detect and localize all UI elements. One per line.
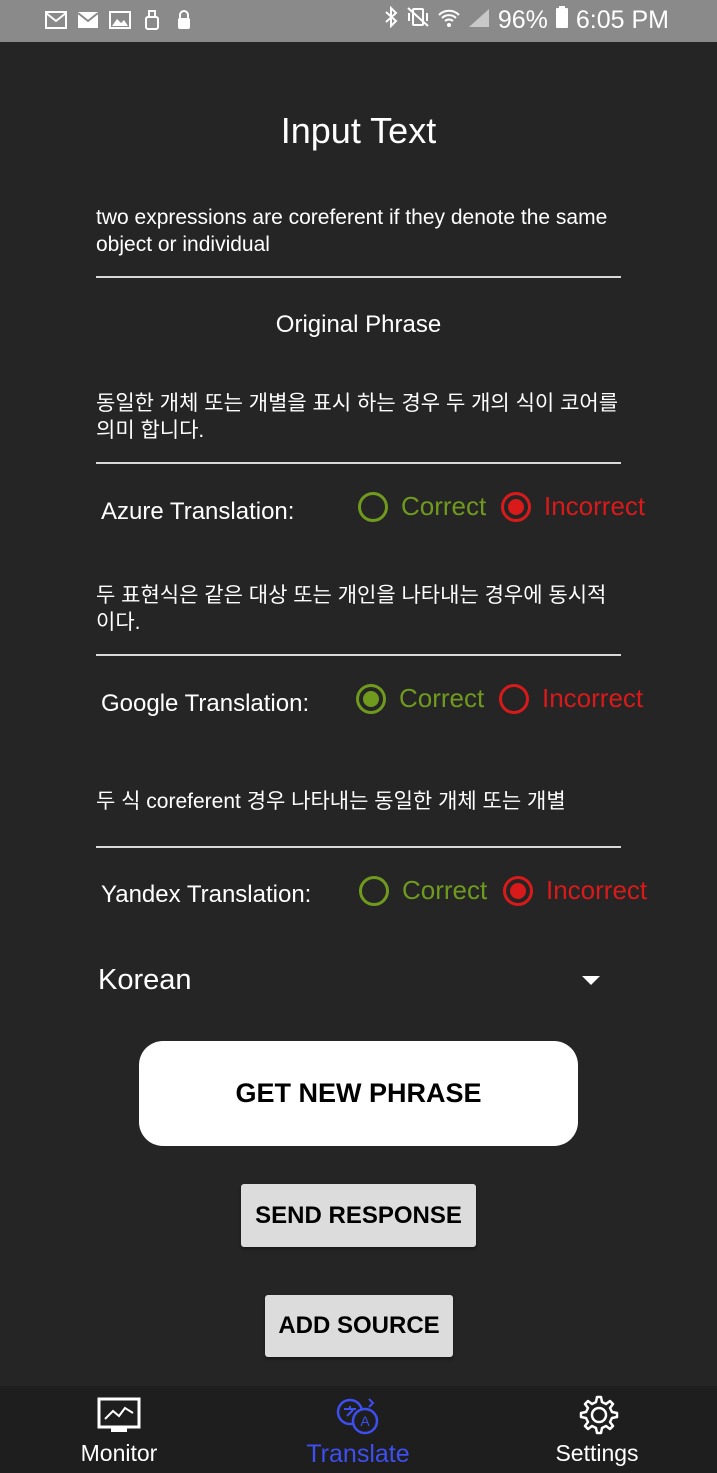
azure-translation-label: Azure Translation: bbox=[101, 498, 295, 525]
gear-icon bbox=[573, 1394, 621, 1438]
nav-item-settings[interactable]: Settings bbox=[507, 1386, 687, 1473]
radio-checked-icon[interactable] bbox=[503, 875, 533, 906]
yandex-incorrect-label: Incorrect bbox=[546, 875, 648, 905]
yandex-incorrect-radio[interactable]: Incorrect bbox=[503, 875, 647, 906]
input-text-field[interactable]: two expressions are coreferent if they d… bbox=[96, 204, 621, 258]
google-incorrect-label: Incorrect bbox=[542, 683, 644, 713]
lock-icon bbox=[172, 9, 196, 31]
google-correct-radio[interactable]: Correct bbox=[356, 683, 484, 714]
send-response-button[interactable]: SEND RESPONSE bbox=[241, 1184, 476, 1247]
original-phrase-heading: Original Phrase bbox=[275, 311, 442, 338]
yandex-correct-label: Correct bbox=[402, 875, 488, 905]
yandex-translation-text: 두 식 coreferent 경우 나타내는 동일한 개체 또는 개별 bbox=[96, 790, 566, 813]
input-underline bbox=[96, 276, 621, 278]
nav-item-monitor[interactable]: Monitor bbox=[29, 1386, 209, 1473]
bottom-navigation: Monitor A Translate Settings bbox=[0, 1386, 717, 1473]
vibrate-icon bbox=[406, 6, 430, 35]
notification-icons bbox=[44, 9, 196, 31]
azure-incorrect-radio[interactable]: Incorrect bbox=[501, 491, 645, 522]
add-source-button[interactable]: ADD SOURCE bbox=[265, 1295, 453, 1357]
azure-incorrect-label: Incorrect bbox=[544, 491, 646, 521]
monitor-icon bbox=[95, 1394, 143, 1438]
language-select-value: Korean bbox=[98, 964, 192, 996]
dropdown-arrow-icon[interactable] bbox=[582, 976, 600, 985]
page-title: Input Text bbox=[280, 110, 437, 151]
battery-icon bbox=[555, 6, 568, 35]
svg-text:A: A bbox=[360, 1413, 370, 1429]
azure-correct-radio[interactable]: Correct bbox=[358, 491, 486, 522]
bluetooth-icon bbox=[384, 5, 398, 35]
clock: 6:05 PM bbox=[575, 6, 669, 34]
azure-correct-label: Correct bbox=[401, 491, 487, 521]
yandex-translation-label: Yandex Translation: bbox=[101, 881, 312, 908]
yandex-underline bbox=[96, 846, 621, 848]
google-underline bbox=[96, 654, 621, 656]
radio-checked-icon[interactable] bbox=[501, 491, 531, 522]
google-correct-label: Correct bbox=[399, 683, 485, 713]
image-icon bbox=[108, 9, 132, 31]
mail-icon bbox=[44, 9, 68, 31]
radio-unchecked-icon[interactable] bbox=[359, 875, 389, 906]
google-translation-text: 두 표현식은 같은 대상 또는 개인을 나타내는 경우에 동시적이다. bbox=[96, 584, 607, 634]
google-incorrect-radio[interactable]: Incorrect bbox=[499, 683, 643, 714]
nav-label-translate: Translate bbox=[306, 1440, 410, 1468]
battery-percent: 96% bbox=[497, 6, 548, 34]
azure-translation-text: 동일한 개체 또는 개별을 표시 하는 경우 두 개의 식이 코어를 의미 합니… bbox=[96, 392, 619, 442]
nav-label-monitor: Monitor bbox=[80, 1440, 158, 1466]
yandex-correct-radio[interactable]: Correct bbox=[359, 875, 487, 906]
status-bar: 96% 6:05 PM bbox=[0, 0, 717, 42]
wifi-icon bbox=[438, 6, 460, 35]
radio-unchecked-icon[interactable] bbox=[499, 683, 529, 714]
language-select[interactable]: Korean bbox=[98, 958, 608, 1004]
mail-filled-icon bbox=[76, 9, 100, 31]
get-new-phrase-button[interactable]: GET NEW PHRASE bbox=[139, 1041, 578, 1146]
google-translation-label: Google Translation: bbox=[101, 690, 310, 717]
nav-item-translate[interactable]: A Translate bbox=[268, 1386, 448, 1473]
azure-underline bbox=[96, 462, 621, 464]
usb-lock-icon bbox=[140, 9, 164, 31]
system-status: 96% 6:05 PM bbox=[384, 5, 669, 35]
radio-unchecked-icon[interactable] bbox=[358, 491, 388, 522]
translate-icon: A bbox=[334, 1394, 382, 1438]
nav-label-settings: Settings bbox=[555, 1440, 639, 1466]
radio-checked-icon[interactable] bbox=[356, 683, 386, 714]
signal-icon bbox=[468, 6, 490, 35]
